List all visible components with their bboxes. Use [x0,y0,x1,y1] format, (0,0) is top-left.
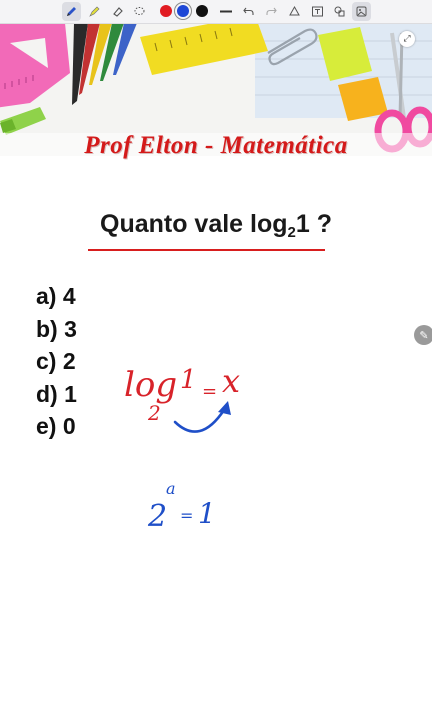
option-e: e) 0 [36,413,76,439]
image-icon[interactable] [352,2,371,21]
shapes-icon[interactable] [285,2,304,21]
question-text: Quanto vale log21 ? [0,210,432,241]
black-color-swatch[interactable] [196,5,208,17]
blue-handwriting: 2 a = 1 [147,479,216,534]
red-handwriting: log 2 1 = x [124,362,240,425]
highlighter-tool-icon[interactable] [85,2,104,21]
hw-exponent-a: a [166,479,176,498]
option-c: c) 2 [36,348,76,374]
edit-pen-icon[interactable]: ✎ [414,325,432,345]
blue-arrow [173,401,231,433]
hw-log: log [124,365,177,405]
eraser-tool-icon[interactable] [108,2,127,21]
banner-title: Prof Elton - Matemática [84,132,348,159]
question-underline [88,249,325,251]
question-log-base: 2 [287,224,296,241]
undo-icon[interactable] [239,2,258,21]
lasso-tool-icon[interactable] [130,2,149,21]
hw-equals: = [202,381,217,402]
hw-log-base: 2 [147,401,161,425]
line-tool-icon[interactable] [216,2,235,21]
answer-options: a) 4 b) 3 c) 2 d) 1 e) 0 [36,280,77,443]
option-b: b) 3 [36,315,77,342]
option-d: d) 1 [36,380,77,407]
redo-icon[interactable] [262,2,281,21]
hw-base-two: 2 [147,499,167,534]
red-color-swatch[interactable] [160,5,172,17]
question-prefix: Quanto vale log [100,210,288,238]
option-a: a) 4 [36,283,76,309]
hw-var-x: x [222,362,240,400]
hw-log-arg: 1 [180,365,197,395]
pen-tool-icon[interactable] [62,2,81,21]
hw-blue-equals: = [180,506,193,525]
expand-icon[interactable]: ⤢ [399,31,415,47]
question-argument: 1 ? [295,210,332,238]
drawing-toolbar [0,0,432,24]
hw-rhs-one: 1 [198,497,216,530]
text-box-icon[interactable] [308,2,327,21]
shape-select-icon[interactable] [330,2,349,21]
blue-color-swatch[interactable] [177,5,189,17]
